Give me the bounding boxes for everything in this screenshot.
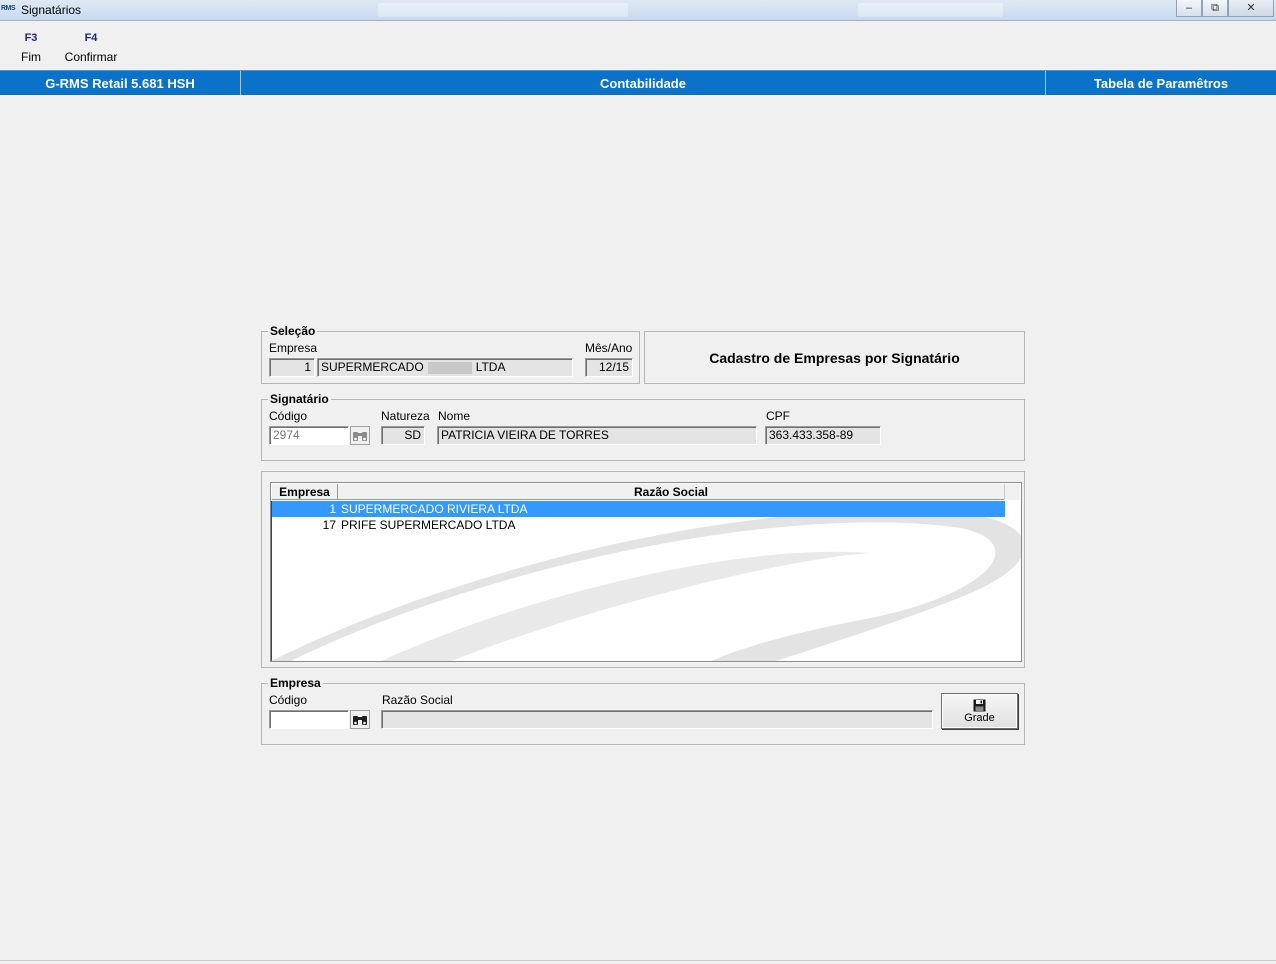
status-bar <box>0 960 1276 964</box>
minimize-button[interactable]: – <box>1176 0 1202 17</box>
fkey-f4-label: Confirmar <box>64 50 118 64</box>
grade-button[interactable]: Grade <box>941 693 1018 729</box>
mes-ano-label: Mês/Ano <box>585 341 633 355</box>
empresa-nome-prefix: SUPERMERCADO <box>321 360 424 374</box>
restore-icon: ⧉ <box>1211 1 1219 14</box>
binoculars-icon <box>353 715 367 725</box>
selecao-legend: Seleção <box>268 324 318 338</box>
empresas-grid[interactable]: Empresa Razão Social 1 SUPERMERCADO RIVI… <box>270 482 1022 662</box>
empresa-nome-field: SUPERMERCADO LTDA <box>317 358 573 377</box>
empresa-search-button[interactable] <box>350 710 370 729</box>
signatario-search-button[interactable] <box>350 426 370 445</box>
signatario-group: Signatário Código 2974 Natureza SD Nome … <box>261 392 1025 461</box>
empresa-razao-social-label: Razão Social <box>382 693 453 707</box>
natureza-field: SD <box>381 426 425 445</box>
empresa-group: Empresa Código Razão Social Grade <box>261 676 1025 745</box>
natureza-label: Natureza <box>381 409 430 423</box>
redacted-block <box>427 361 472 374</box>
fkey-f4-key: F4 <box>84 32 98 44</box>
header-module-name: Contabilidade <box>600 75 686 91</box>
row-empresa-code: 17 <box>322 518 336 532</box>
empresa-nome-suffix: LTDA <box>475 360 506 374</box>
floppy-disk-icon <box>973 699 986 711</box>
selecao-group: Seleção Empresa 1 SUPERMERCADO LTDA Mês/A… <box>261 324 640 384</box>
empresas-grid-group: Empresa Razão Social 1 SUPERMERCADO RIVI… <box>261 471 1025 668</box>
restore-button[interactable]: ⧉ <box>1202 0 1228 17</box>
grid-scrollbar-corner <box>1004 484 1020 500</box>
background-window-title-ghost <box>378 3 628 17</box>
empresa-codigo-label: Código <box>269 693 308 707</box>
row-empresa-code: 1 <box>329 502 336 516</box>
nome-field: PATRICIA VIEIRA DE TORRES <box>437 426 757 445</box>
window-title: Signatários <box>21 3 82 17</box>
empresa-razao-social-field <box>381 710 933 729</box>
window-title-bar: RMS Signatários – ⧉ ✕ <box>0 0 1276 21</box>
empresa-legend: Empresa <box>268 676 323 690</box>
close-button[interactable]: ✕ <box>1228 0 1274 17</box>
table-row[interactable]: 17 PRIFE SUPERMERCADO LTDA <box>272 517 1005 533</box>
minimize-icon: – <box>1185 1 1193 14</box>
empresa-codigo-field: 1 <box>269 358 315 377</box>
form-title-box: Cadastro de Empresas por Signatário <box>644 331 1025 384</box>
fkey-f4-confirmar[interactable]: F4 Confirmar <box>61 32 121 64</box>
signatario-codigo-label: Código <box>269 409 308 423</box>
header-app-version: G-RMS Retail 5.681 HSH <box>45 75 195 91</box>
column-header-empresa[interactable]: Empresa <box>272 484 338 500</box>
row-razao-social: PRIFE SUPERMERCADO LTDA <box>341 518 516 532</box>
row-razao-social: SUPERMERCADO RIVIERA LTDA <box>341 502 528 516</box>
cpf-field: 363.433.358-89 <box>765 426 881 445</box>
empresa-label: Empresa <box>269 341 318 355</box>
fkey-f3-key: F3 <box>24 32 38 44</box>
background-window-button-ghost <box>858 3 1003 17</box>
close-icon: ✕ <box>1246 1 1256 14</box>
signatario-codigo-input[interactable]: 2974 <box>269 426 349 445</box>
form-title: Cadastro de Empresas por Signatário <box>709 349 960 366</box>
fkey-f3-fim[interactable]: F3 Fim <box>18 32 44 64</box>
cpf-label: CPF <box>766 409 790 423</box>
rms-app-icon: RMS <box>1 5 16 12</box>
binoculars-icon <box>353 431 367 441</box>
mes-ano-field: 12/15 <box>585 358 633 377</box>
table-row[interactable]: 1 SUPERMERCADO RIVIERA LTDA <box>272 501 1005 517</box>
module-header-bar: G-RMS Retail 5.681 HSH Contabilidade Tab… <box>0 70 1276 95</box>
nome-label: Nome <box>438 409 471 423</box>
fkey-f3-label: Fim <box>21 50 41 64</box>
grade-button-label: Grade <box>964 711 995 724</box>
empresa-codigo-input[interactable] <box>269 710 349 729</box>
signatario-legend: Signatário <box>268 392 331 406</box>
header-screen-name: Tabela de Paramêtros <box>1093 75 1229 91</box>
column-header-razao-social[interactable]: Razão Social <box>338 484 1005 500</box>
